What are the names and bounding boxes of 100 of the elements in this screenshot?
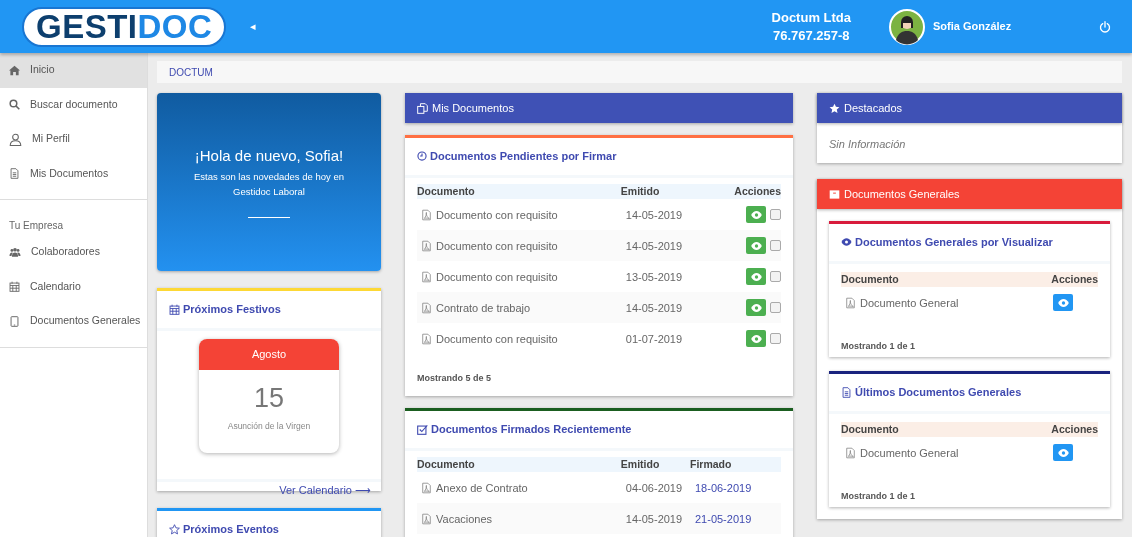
column-header: Emitido — [620, 183, 701, 200]
checkbox[interactable] — [770, 240, 781, 252]
checkbox[interactable] — [770, 302, 781, 314]
empty-message: Sin Información — [829, 138, 906, 150]
user-icon — [9, 132, 22, 146]
users-icon — [9, 246, 21, 258]
star-icon — [169, 523, 180, 535]
column-header: Acciones — [700, 183, 781, 200]
clock-icon — [417, 151, 427, 162]
eye-icon — [841, 237, 852, 248]
pdf-file-icon — [421, 481, 432, 494]
table-cell: 01-07-2019 — [625, 332, 683, 345]
eye-icon — [1057, 448, 1069, 457]
column-header: Documento — [417, 456, 621, 473]
document-icon — [9, 168, 20, 180]
calendar-icon — [169, 303, 180, 315]
document-icon — [841, 386, 852, 398]
column-header: Documento — [841, 271, 1028, 288]
view-button[interactable] — [1053, 294, 1073, 312]
month-header: Agosto — [199, 338, 339, 370]
eye-icon — [750, 241, 762, 250]
day-number: 15 — [252, 381, 285, 414]
table-footer: Mostrando 5 de 5 — [417, 372, 781, 386]
document-name: Documento con requisito — [436, 269, 558, 285]
pdf-file-icon — [421, 270, 432, 283]
company-name: Doctum Ltda — [771, 8, 851, 27]
sidebar-item[interactable]: Inicio — [0, 53, 147, 88]
column-header: Firmado — [690, 456, 781, 473]
view-button[interactable] — [746, 268, 766, 286]
eye-icon — [750, 210, 762, 219]
logo: GESTIDOC — [22, 7, 227, 47]
calendar-link[interactable]: Ver Calendario ⟶ — [279, 483, 371, 496]
document-name: Documento con requisito — [436, 238, 558, 254]
pdf-file-icon — [421, 208, 432, 221]
panel-title: Documentos Generales — [844, 186, 960, 202]
card-title: Documentos Firmados Recientemente — [431, 422, 632, 437]
document-name: Vacaciones — [436, 511, 493, 527]
column-header: Documento — [841, 421, 1028, 438]
section-title: Tu Empresa — [8, 219, 65, 233]
eye-icon — [750, 303, 762, 312]
card-title: Próximos Festivos — [183, 302, 281, 317]
view-button[interactable] — [746, 206, 766, 224]
document-name: Documento General — [860, 295, 959, 311]
avatar — [889, 8, 925, 45]
table-cell: 14-05-2019 — [625, 239, 683, 252]
table-cell: 14-05-2019 — [625, 208, 683, 221]
eye-icon — [750, 334, 762, 343]
welcome-text: Estas son las novedades de hoy en Gestidoc Laboral — [193, 169, 345, 199]
checkbox[interactable] — [770, 271, 781, 283]
card-title: Documentos Pendientes por Firmar — [430, 149, 617, 164]
table-cell: 13-05-2019 — [625, 270, 683, 283]
panel-title: Mis Documentos — [432, 100, 514, 116]
pdf-file-icon — [421, 301, 432, 314]
panel-title: Destacados — [844, 100, 903, 116]
view-button[interactable] — [1053, 444, 1073, 462]
power-icon[interactable] — [1099, 20, 1111, 33]
card-title: Últimos Documentos Generales — [855, 385, 1022, 400]
star-icon — [829, 102, 840, 114]
column-header: Emitido — [620, 456, 690, 473]
pdf-file-icon — [845, 446, 856, 459]
table-cell: 14-05-2019 — [625, 512, 683, 525]
calendar-icon — [9, 281, 20, 293]
document-name: Anexo de Contrato — [436, 480, 528, 496]
document-name: Documento General — [860, 445, 959, 461]
documents-icon — [417, 102, 428, 114]
view-button[interactable] — [746, 299, 766, 317]
holiday-name: Asunción de la Virgen — [226, 419, 312, 433]
view-button[interactable] — [746, 330, 766, 348]
table-cell: 04-06-2019 — [625, 481, 683, 494]
tablet-icon — [9, 315, 20, 327]
column-header: Acciones — [1028, 271, 1098, 288]
column-header: Acciones — [1028, 421, 1098, 438]
pdf-file-icon — [421, 512, 432, 525]
card-title: Próximos Eventos — [183, 522, 279, 537]
table-footer: Mostrando 1 de 1 — [841, 340, 1098, 354]
column-header: Documento — [417, 183, 621, 200]
document-name: Documento con requisito — [436, 331, 558, 347]
checkbox[interactable] — [770, 209, 781, 221]
pdf-file-icon — [421, 239, 432, 252]
table-footer: Mostrando 1 de 1 — [841, 490, 1098, 504]
archive-icon — [829, 188, 840, 200]
document-name: Contrato de trabajo — [436, 300, 531, 316]
view-button[interactable] — [746, 237, 766, 255]
breadcrumb-link[interactable]: DOCTUM — [169, 67, 213, 78]
search-icon — [9, 99, 20, 111]
card-title: Documentos Generales por Visualizar — [855, 235, 1053, 250]
welcome-title: ¡Hola de nuevo, Sofia! — [194, 146, 344, 165]
company-id: 76.767.257-8 — [771, 26, 851, 45]
document-name: Documento con requisito — [436, 207, 558, 223]
eye-icon — [1057, 298, 1069, 307]
pdf-file-icon — [421, 332, 432, 345]
checkbox[interactable] — [770, 333, 781, 345]
pdf-file-icon — [845, 296, 856, 309]
eye-icon — [750, 272, 762, 281]
table-cell: 18-06-2019 — [695, 481, 752, 494]
table-cell: 14-05-2019 — [625, 301, 683, 314]
user-name: Sofia González — [933, 19, 1012, 35]
table-cell: 21-05-2019 — [695, 512, 752, 525]
checkbox-icon — [417, 423, 428, 435]
home-icon — [9, 64, 20, 76]
